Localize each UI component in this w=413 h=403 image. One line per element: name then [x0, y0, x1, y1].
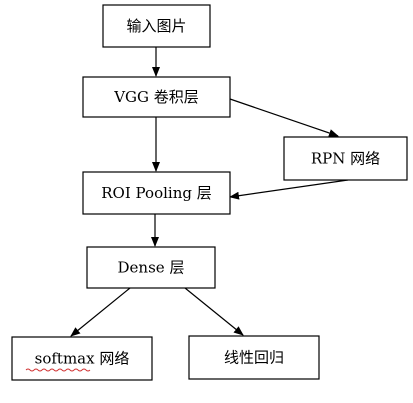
node-linear-regression-label: 线性回归 — [224, 349, 284, 367]
node-linear-regression: 线性回归 — [188, 335, 320, 380]
node-softmax-label: softmax 网络 — [35, 350, 130, 368]
node-dense: Dense 层 — [86, 246, 216, 289]
node-rpn-label: RPN 网络 — [311, 150, 380, 168]
node-vgg-label: VGG 卷积层 — [113, 88, 199, 106]
node-dense-label: Dense 层 — [118, 259, 185, 277]
node-roi-pooling-label: ROI Pooling 层 — [101, 184, 211, 202]
node-roi-pooling: ROI Pooling 层 — [82, 171, 231, 215]
node-softmax: softmax 网络 — [11, 336, 153, 381]
flowchart: 输入图片 VGG 卷积层 RPN 网络 ROI Pooling 层 Dense … — [11, 4, 408, 381]
node-input-image: 输入图片 — [102, 4, 211, 48]
edge-vgg-to-rpn — [229, 98, 339, 137]
node-input-image-label: 输入图片 — [126, 17, 186, 35]
edge-rpn-to-roi — [229, 179, 349, 200]
edge-dense-to-regression — [184, 287, 244, 336]
node-rpn: RPN 网络 — [283, 136, 408, 181]
edge-dense-to-softmax — [70, 287, 131, 337]
node-vgg: VGG 卷积层 — [82, 76, 231, 118]
